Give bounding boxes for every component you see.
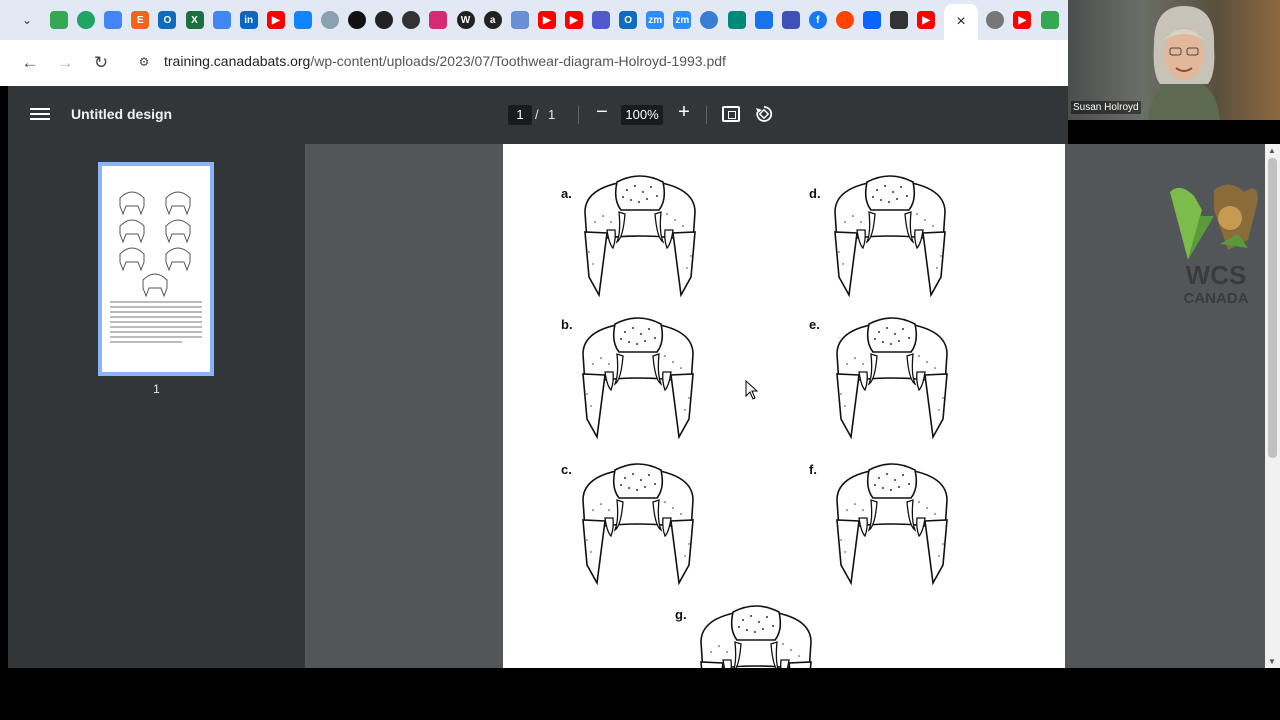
figure-label: f.: [809, 462, 817, 477]
edge-icon[interactable]: [321, 11, 339, 29]
menu-icon[interactable]: [30, 105, 50, 125]
figure-label: c.: [561, 462, 572, 477]
copilot-icon[interactable]: [700, 11, 719, 29]
url-field[interactable]: training.canadabats.org/wp-content/uploa…: [164, 53, 726, 69]
meet-icon[interactable]: [727, 11, 746, 29]
forward-icon[interactable]: →: [53, 51, 77, 75]
toothwear-skull-drawing: [575, 172, 705, 298]
etsy-icon[interactable]: E: [131, 11, 150, 29]
toothwear-skull-drawing: [827, 314, 957, 440]
thumbnail-preview: [110, 191, 202, 343]
total-pages: 1: [548, 107, 556, 122]
outlook-icon[interactable]: O: [619, 11, 638, 29]
tab-search-icon[interactable]: ⌄: [14, 8, 40, 32]
youtube-icon[interactable]: ▶: [266, 11, 285, 29]
youtube-icon[interactable]: ▶: [1013, 11, 1032, 29]
instagram-icon[interactable]: [429, 11, 448, 29]
document-title: Untitled design: [71, 106, 173, 122]
zoom-icon[interactable]: zm: [673, 11, 692, 29]
figure-label: b.: [561, 317, 573, 332]
scroll-up-icon[interactable]: ▲: [1268, 146, 1276, 155]
participant-name: Susan Holroyd: [1071, 101, 1141, 114]
outlook-icon[interactable]: O: [158, 11, 177, 29]
toolbar-divider: [578, 106, 579, 124]
url-path: /wp-content/uploads/2023/07/Toothwear-di…: [310, 53, 726, 69]
page-number-input[interactable]: 1: [508, 105, 532, 125]
toothwear-skull-drawing: [827, 460, 957, 586]
pdf-page: a. b. c. d. e. f. g.: [503, 144, 1065, 668]
zoom-input[interactable]: 100%: [621, 105, 663, 125]
figure-label: a.: [561, 186, 572, 201]
youtube-icon[interactable]: ▶: [917, 11, 936, 29]
bluesky-icon[interactable]: [293, 11, 312, 29]
figure-label: e.: [809, 317, 820, 332]
toothwear-skull-drawing: [573, 314, 703, 440]
mouse-cursor-icon: [745, 380, 759, 400]
figure-label: d.: [809, 186, 821, 201]
facebook-icon[interactable]: f: [808, 11, 827, 29]
toolbar-divider: [706, 106, 707, 124]
participant-video: [1148, 6, 1220, 120]
page-thumbnail[interactable]: [98, 162, 214, 376]
youtube-icon[interactable]: ▶: [564, 11, 583, 29]
pdf-sidebar: 1: [8, 144, 305, 668]
page-separator: /: [535, 107, 539, 122]
wcs-logo-subtext: CANADA: [1183, 290, 1249, 307]
docs-icon[interactable]: [104, 11, 123, 29]
rotate-icon[interactable]: [754, 104, 774, 124]
maps-icon[interactable]: [1040, 11, 1059, 29]
youtube-icon[interactable]: ▶: [537, 11, 556, 29]
teams-icon[interactable]: [592, 11, 610, 29]
google-drive-icon[interactable]: [50, 11, 68, 29]
pdf-toolbar: Untitled design 1 / 1 − 100% +: [8, 86, 1068, 144]
toothwear-skull-drawing: [691, 602, 821, 668]
screen: ⌄ E O Xin ▶ Wa ▶ ▶ Ozm zm f ▶ ▶ × ← → ↻ ⚙ training.…: [0, 0, 1280, 720]
tab-strip: ⌄ E O Xin ▶ Wa ▶ ▶ Ozm zm f ▶ ▶ ×: [0, 0, 1068, 40]
video-icon[interactable]: [754, 11, 773, 29]
linkedin-icon[interactable]: in: [239, 11, 258, 29]
toothwear-skull-drawing: [573, 460, 703, 586]
fit-page-icon[interactable]: [722, 106, 740, 122]
webcam-overlay: Susan Holroyd: [1068, 0, 1280, 120]
site-info-icon[interactable]: ⚙: [135, 53, 153, 71]
back-icon[interactable]: ←: [18, 51, 42, 75]
scroll-down-icon[interactable]: ▼: [1268, 657, 1276, 666]
url-host: training.canadabats.org: [164, 53, 311, 69]
meta-icon[interactable]: [863, 11, 881, 29]
reddit-icon[interactable]: [835, 11, 854, 29]
toothwear-skull-drawing: [825, 172, 955, 298]
active-tab[interactable]: ×: [944, 4, 978, 40]
medium-icon[interactable]: [890, 11, 909, 29]
scrollbar-thumb[interactable]: [1268, 158, 1277, 458]
zoom-out-button[interactable]: −: [590, 101, 614, 127]
threads-icon[interactable]: [348, 11, 367, 29]
amazon-icon[interactable]: a: [483, 11, 502, 29]
pdf-viewer[interactable]: a. b. c. d. e. f. g.: [305, 144, 1265, 668]
circle-icon[interactable]: [402, 11, 421, 29]
reload-icon[interactable]: ↻: [89, 51, 113, 75]
wordpress-icon[interactable]: W: [456, 11, 475, 29]
zoom-in-button[interactable]: +: [672, 101, 696, 127]
close-tab-icon[interactable]: ×: [956, 13, 965, 31]
print-icon[interactable]: [781, 11, 800, 29]
wcs-logo-text: WCS: [1185, 260, 1247, 290]
globe-icon[interactable]: [986, 11, 1005, 29]
thumbnail-page-number: 1: [153, 382, 160, 396]
excel-icon[interactable]: X: [185, 11, 204, 29]
paint-icon[interactable]: [510, 11, 529, 29]
scrollbar[interactable]: ▲ ▼: [1265, 144, 1280, 668]
chat-icon[interactable]: [77, 11, 96, 29]
docs-icon[interactable]: [212, 11, 231, 29]
chatgpt-icon[interactable]: [375, 11, 394, 29]
zoom-icon[interactable]: zm: [646, 11, 665, 29]
figure-label: g.: [675, 607, 687, 622]
